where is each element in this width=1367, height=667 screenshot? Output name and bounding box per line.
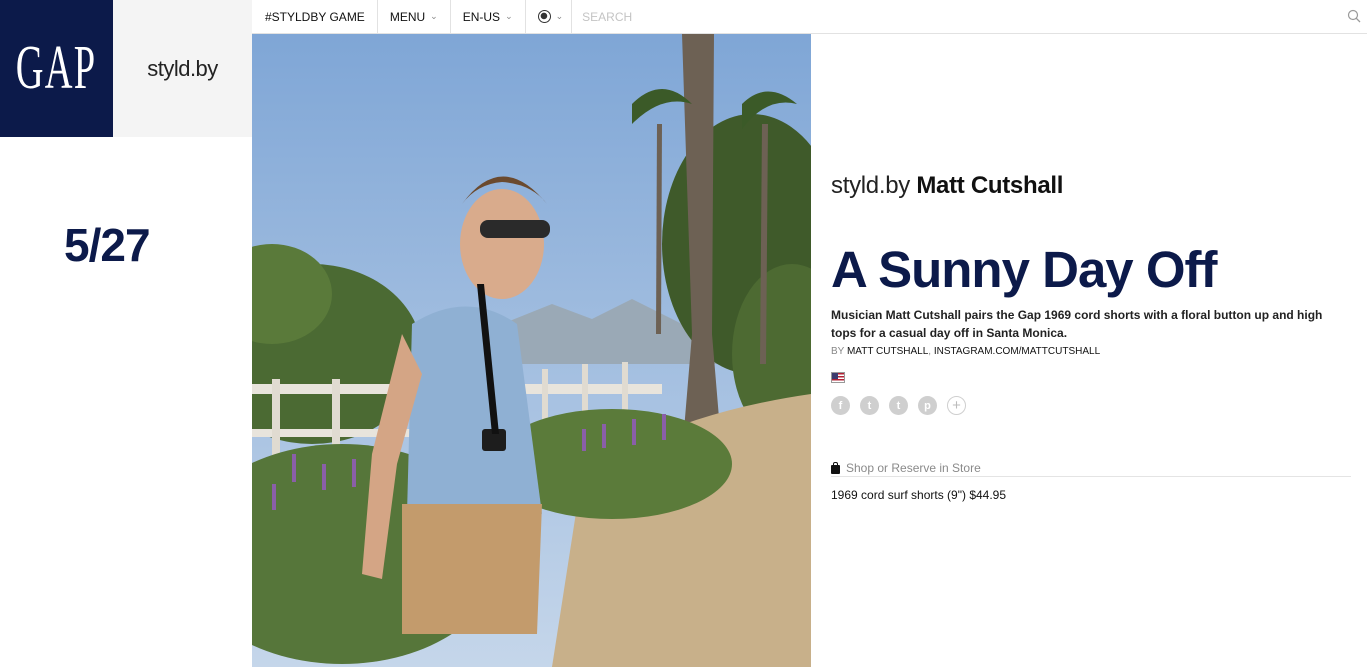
gap-logo[interactable]: GAP: [0, 0, 113, 137]
shop-label: Shop or Reserve in Store: [846, 461, 981, 475]
nav-menu-dropdown[interactable]: MENU ⌄: [378, 0, 451, 33]
gap-logo-text: GAP: [16, 34, 97, 102]
nav-region-dropdown[interactable]: ⌄: [526, 0, 573, 33]
shopping-bag-icon: [831, 462, 840, 474]
chevron-down-icon: ⌄: [430, 11, 438, 21]
search-input[interactable]: [582, 9, 1283, 24]
site-brand[interactable]: styld.by: [113, 0, 252, 137]
post-date: 5/27: [64, 219, 151, 271]
article-description: Musician Matt Cutshall pairs the Gap 196…: [831, 308, 1323, 340]
globe-icon: [537, 10, 551, 23]
byline-prefix: styld.by: [831, 172, 910, 199]
site-name: styld.by: [147, 55, 218, 81]
chevron-down-icon: ⌄: [505, 11, 513, 21]
more-share-icon[interactable]: +: [947, 396, 966, 415]
nav-styldby-game[interactable]: #STYLDBY GAME: [252, 0, 378, 33]
nav-menu-label: MENU: [389, 9, 426, 24]
nav-locale-label: EN-US: [462, 9, 501, 24]
article-byline-title: styld.by Matt Cutshall: [831, 172, 1063, 200]
nav-locale-dropdown[interactable]: EN-US ⌄: [451, 0, 526, 33]
product-link[interactable]: 1969 cord surf shorts (9") $44.95: [831, 488, 1006, 502]
credit-instagram-link[interactable]: INSTAGRAM.COM/MATTCUTSHALL: [934, 346, 1100, 357]
credit-author-link[interactable]: MATT CUTSHALL: [847, 346, 928, 357]
us-flag-icon: [831, 372, 845, 383]
top-nav: #STYLDBY GAME MENU ⌄ EN-US ⌄ ⌄: [252, 0, 1367, 34]
social-share-bar: f t t p +: [831, 396, 966, 415]
nav-game-label: #STYLDBY GAME: [265, 9, 365, 24]
credit-prefix: BY: [831, 346, 845, 357]
facebook-icon[interactable]: f: [831, 396, 850, 415]
tumblr-icon[interactable]: t: [889, 396, 908, 415]
twitter-icon[interactable]: t: [860, 396, 879, 415]
search-bar: [572, 0, 1367, 33]
article-credit: BY MATT CUTSHALL, INSTAGRAM.COM/MATTCUTS…: [831, 346, 1100, 357]
byline-name: Matt Cutshall: [916, 172, 1064, 199]
pinterest-icon[interactable]: p: [918, 396, 937, 415]
search-icon[interactable]: [1347, 9, 1361, 23]
shop-reserve-link[interactable]: Shop or Reserve in Store: [831, 461, 1351, 477]
chevron-down-icon: ⌄: [555, 11, 564, 21]
article-headline: A Sunny Day Off: [831, 241, 1217, 298]
hero-photo: [252, 34, 811, 667]
